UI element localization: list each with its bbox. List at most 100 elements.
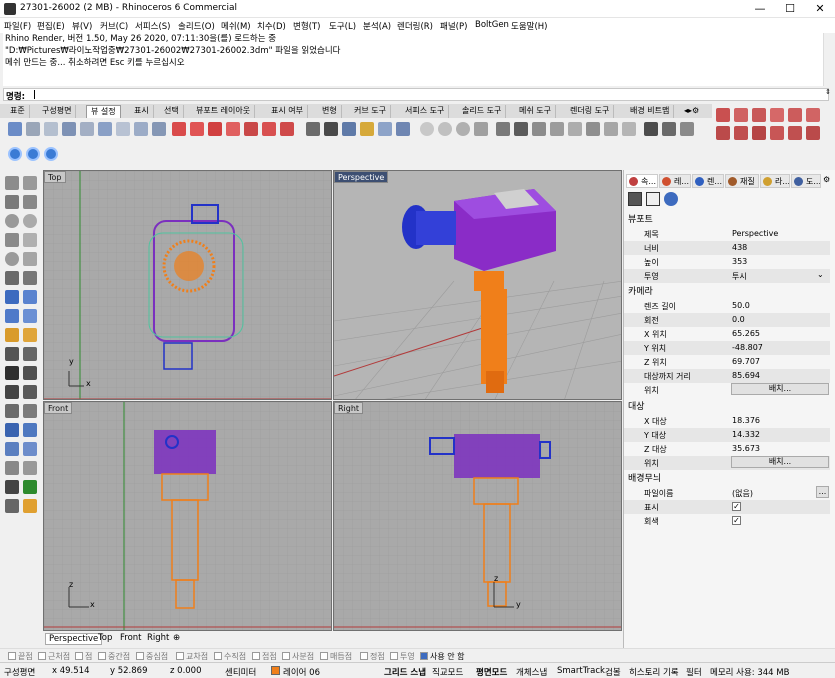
gray-checkbox[interactable]: ✓ <box>732 516 741 525</box>
prop-width-value[interactable]: 438 <box>732 243 747 252</box>
command-history[interactable]: Rhino Render, 버전 1.50, May 26 2020, 07:1… <box>3 33 829 86</box>
menu-transform[interactable]: 변형(T) <box>293 20 320 32</box>
undo-view-icon[interactable] <box>190 122 204 136</box>
select-icon[interactable] <box>5 176 19 190</box>
target2-icon[interactable] <box>438 122 452 136</box>
tab-surface-tools[interactable]: 서피스 도구 <box>401 105 450 118</box>
group-icon[interactable] <box>23 366 37 380</box>
status-ortho[interactable]: 직교모드 <box>432 666 463 678</box>
menu-curve[interactable]: 커브(C) <box>100 20 128 32</box>
snap-point[interactable]: 점 <box>75 651 92 662</box>
checkbox-icon[interactable] <box>176 652 184 660</box>
rotate-view-icon[interactable] <box>26 122 40 136</box>
snap-mid[interactable]: 중간점 <box>98 651 130 662</box>
command-line[interactable]: 명령: <box>3 88 829 102</box>
polygon-icon[interactable] <box>23 252 37 266</box>
dimension10-icon[interactable] <box>770 126 784 140</box>
fly-through-icon[interactable] <box>662 122 676 136</box>
viewport-title-front[interactable]: Front <box>44 402 73 414</box>
add-viewport-icon[interactable]: ⊕ <box>170 633 183 643</box>
camera-red-icon[interactable] <box>172 122 186 136</box>
circle-icon[interactable] <box>5 214 19 228</box>
panel-tab-help[interactable]: 도... <box>791 174 821 188</box>
mesh-icon[interactable] <box>5 442 19 456</box>
prop-value[interactable]: 14.332 <box>732 430 760 439</box>
panel-tab-materials[interactable]: 재질 <box>725 174 759 188</box>
prop-value[interactable]: 69.707 <box>732 357 760 366</box>
layer-color-swatch[interactable] <box>271 666 280 675</box>
walk-icon[interactable] <box>496 122 510 136</box>
tab-display[interactable]: 표시 <box>130 105 154 118</box>
grid-icon[interactable] <box>5 461 19 475</box>
checkbox-icon[interactable] <box>38 652 46 660</box>
status-layer[interactable]: 레이어 06 <box>283 666 320 678</box>
prop-value[interactable]: 18.376 <box>732 416 760 425</box>
command-spin-icon[interactable]: ⇕ <box>823 88 833 101</box>
zoom-extents-icon[interactable] <box>80 122 94 136</box>
dimension2-icon[interactable] <box>734 108 748 122</box>
checkbox-icon[interactable] <box>420 652 428 660</box>
named-view-icon[interactable] <box>342 122 356 136</box>
menu-panels[interactable]: 패널(P) <box>440 20 467 32</box>
copy-icon[interactable] <box>23 385 37 399</box>
status-cplane[interactable]: 구성평면 <box>4 666 35 678</box>
pan-icon[interactable] <box>8 122 22 136</box>
status-history[interactable]: 히스토리 기록 <box>629 666 679 678</box>
prop-height-value[interactable]: 353 <box>732 257 747 266</box>
hatch-icon[interactable] <box>5 480 19 494</box>
vptab-perspective[interactable]: Perspective <box>45 633 103 645</box>
panel-tab-render[interactable]: 렌... <box>692 174 724 188</box>
panel-tab-properties[interactable]: 속... <box>626 174 658 188</box>
snap-intersection[interactable]: 교차점 <box>176 651 208 662</box>
object-props-icon[interactable] <box>646 192 660 206</box>
menu-help[interactable]: 도움말(H) <box>511 20 547 32</box>
sphere-icon[interactable] <box>23 290 37 304</box>
checkbox-icon[interactable] <box>75 652 83 660</box>
menu-boltgen[interactable]: BoltGen <box>475 20 509 30</box>
checkbox-icon[interactable] <box>390 652 398 660</box>
status-gumball[interactable]: 검볼 <box>605 666 621 678</box>
menu-analyze[interactable]: 분석(A) <box>363 20 391 32</box>
viewport-title-top[interactable]: Top <box>44 171 66 183</box>
car-view-icon[interactable] <box>208 122 222 136</box>
point-icon[interactable] <box>23 176 37 190</box>
turntable-icon[interactable] <box>622 122 636 136</box>
dimension-icon[interactable] <box>716 108 730 122</box>
scale-icon[interactable] <box>23 404 37 418</box>
join-icon[interactable] <box>5 366 19 380</box>
orbit-icon[interactable] <box>532 122 546 136</box>
checkbox-icon[interactable] <box>360 652 368 660</box>
zoom-icon[interactable] <box>44 122 58 136</box>
vptab-right[interactable]: Right <box>144 633 172 643</box>
viewport-perspective[interactable]: Perspective <box>333 170 622 400</box>
tab-transform[interactable]: 변형 <box>318 105 342 118</box>
target3-icon[interactable] <box>456 122 470 136</box>
checkbox-icon[interactable] <box>136 652 144 660</box>
status-grid-snap[interactable]: 그리드 스냅 <box>384 666 426 678</box>
prop-title-value[interactable]: Perspective <box>732 229 778 238</box>
close-button[interactable]: ✕ <box>805 0 835 18</box>
tab-mesh-tools[interactable]: 메쉬 도구 <box>515 105 556 118</box>
dimension3-icon[interactable] <box>752 108 766 122</box>
chevron-down-icon[interactable]: ⌄ <box>817 270 824 279</box>
menu-view[interactable]: 뷰(V) <box>72 20 92 32</box>
prop-value[interactable]: -48.807 <box>732 343 763 352</box>
tilt-icon[interactable] <box>586 122 600 136</box>
car-back-icon[interactable] <box>280 122 294 136</box>
check-icon[interactable] <box>23 480 37 494</box>
triangle-icon[interactable] <box>5 233 19 247</box>
minimize-button[interactable]: — <box>745 0 775 18</box>
prop-value[interactable]: 85.694 <box>732 371 760 380</box>
menu-tools[interactable]: 도구(L) <box>329 20 356 32</box>
move-icon[interactable] <box>5 385 19 399</box>
car-side-icon[interactable] <box>244 122 258 136</box>
show-checkbox[interactable]: ✓ <box>732 502 741 511</box>
fillet-icon[interactable] <box>23 271 37 285</box>
viewport-front[interactable]: Front z x <box>43 401 332 631</box>
vptab-front[interactable]: Front <box>117 633 145 643</box>
restore-view-icon[interactable] <box>378 122 392 136</box>
projection-select[interactable]: 투시 <box>732 271 747 282</box>
dimension4-icon[interactable] <box>770 108 784 122</box>
prop-value[interactable]: 0.0 <box>732 315 745 324</box>
viewport-title-perspective[interactable]: Perspective <box>334 171 389 183</box>
